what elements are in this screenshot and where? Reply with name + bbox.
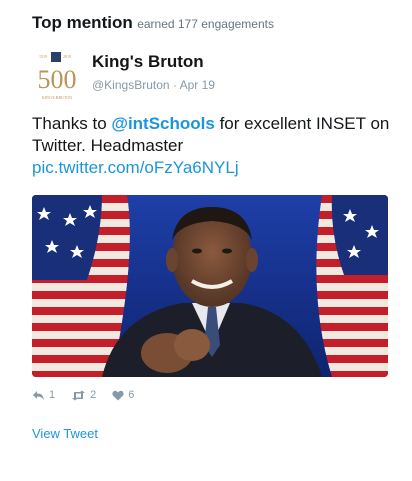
kings-bruton-500-logo[interactable]: 1519 2019 500 KING'S BRUTON	[32, 50, 82, 106]
author-handle[interactable]: @KingsBruton	[92, 78, 170, 92]
author-name[interactable]: King's Bruton	[92, 52, 204, 72]
logo-year-right: 2019	[63, 54, 71, 59]
tweet-text: Thanks to @intSchools for excellent INSE…	[32, 113, 392, 179]
like-count: 6	[128, 389, 135, 401]
tweet-actions: 1 2 6	[32, 389, 134, 401]
reply-count: 1	[49, 389, 56, 401]
retweet-action[interactable]: 2	[71, 389, 96, 401]
author-meta: @KingsBruton · Apr 19	[92, 78, 215, 92]
tweet-text-before: Thanks to	[32, 114, 112, 133]
header-title: Top mention	[32, 13, 133, 32]
person-clapping-image	[32, 195, 388, 377]
tweet-media[interactable]	[32, 195, 388, 377]
header-subtitle: earned 177 engagements	[137, 17, 274, 31]
heart-icon	[112, 390, 124, 401]
media-link[interactable]: pic.twitter.com/oFzYa6NYLj	[32, 158, 239, 177]
like-action[interactable]: 6	[112, 389, 134, 401]
logo-number: 500	[38, 65, 77, 94]
tweet-date[interactable]: Apr 19	[180, 78, 215, 92]
meta-separator: ·	[172, 78, 177, 92]
logo-year-left: 1519	[39, 54, 47, 59]
mention-link[interactable]: @intSchools	[111, 114, 214, 133]
retweet-icon	[71, 390, 86, 401]
reply-icon	[32, 390, 45, 401]
reply-action[interactable]: 1	[32, 389, 55, 401]
top-mention-header: Top mention earned 177 engagements	[32, 13, 274, 33]
view-tweet-link[interactable]: View Tweet	[32, 426, 98, 441]
retweet-count: 2	[90, 389, 97, 401]
logo-caption: KING'S BRUTON	[42, 95, 72, 100]
tweet-author: 1519 2019 500 KING'S BRUTON King's Bruto…	[32, 50, 392, 110]
